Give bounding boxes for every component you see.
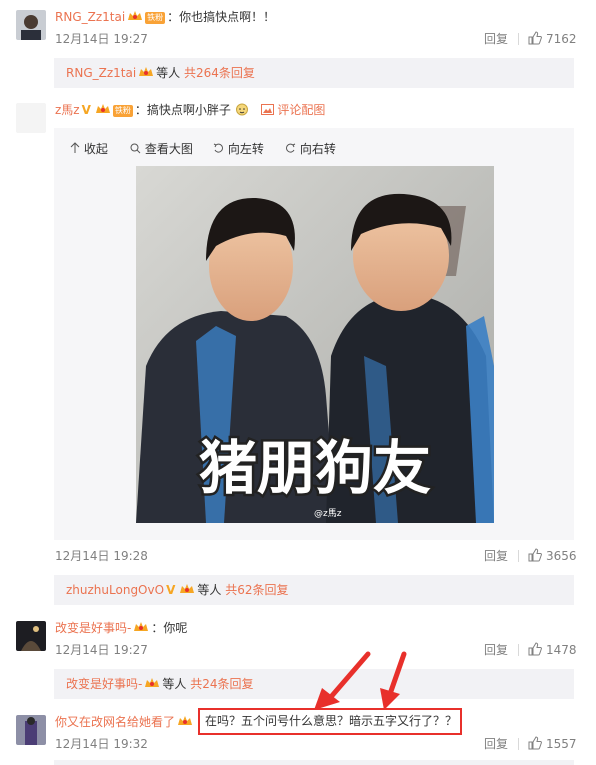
comment-text: z馬z V 铁粉 ：搞快点啊小胖子 评论配图 <box>55 102 325 118</box>
sub-reply-count-link[interactable]: 共24条回复 <box>190 677 253 691</box>
avatar[interactable] <box>16 103 46 133</box>
comment-body: ：你也搞快点啊！！ <box>167 10 276 24</box>
view-large-button[interactable]: 查看大图 <box>130 141 193 157</box>
comment-body: ：搞快点啊小胖子 <box>134 103 231 117</box>
vip-crown-icon <box>139 67 154 76</box>
sub-reply-username[interactable]: zhuzhuLongOvO <box>66 583 164 597</box>
vip-crown-icon <box>95 104 110 113</box>
image-caption: 猪朋狗友 <box>199 434 431 502</box>
like-count: 1557 <box>546 737 577 751</box>
collapse-button[interactable]: 收起 <box>70 141 108 157</box>
comment-body: ：你呢 <box>151 621 188 635</box>
annotation-arrows <box>314 651 407 710</box>
comment-username[interactable]: RNG_Zz1tai <box>55 10 125 24</box>
sub-reply-others: 等人 <box>156 66 181 80</box>
like-count: 7162 <box>546 32 577 46</box>
sub-replies-line: RNG_Zz1tai 等人 共264条回复 <box>66 65 255 81</box>
rotate-left-label: 向左转 <box>227 142 264 156</box>
avatar[interactable] <box>16 621 46 651</box>
sub-reply-username[interactable]: 改变是好事吗- <box>66 677 142 691</box>
vip-crown-icon <box>128 11 143 20</box>
thumbs-up-icon <box>528 642 542 656</box>
sub-reply-others: 等人 <box>197 583 222 597</box>
like-button[interactable]: 1478 <box>528 642 577 658</box>
verified-v-icon: V <box>81 103 91 117</box>
comment-time: 12月14日 19:32 <box>55 737 148 751</box>
sub-reply-username[interactable]: RNG_Zz1tai <box>66 66 136 80</box>
comment-image-link[interactable]: 评论配图 <box>277 103 325 117</box>
sub-reply-others: 等人 <box>162 677 187 691</box>
sub-replies-box: RNG_Zz1tai 等人 共264条回复 <box>54 58 574 88</box>
verified-v-icon: V <box>166 583 176 597</box>
collapse-label: 收起 <box>83 142 108 156</box>
reply-button[interactable]: 回复 <box>484 642 508 658</box>
arrow-up-icon <box>70 142 80 153</box>
comment-text: 改变是好事吗- ：你呢 <box>55 620 187 636</box>
vip-crown-icon <box>178 716 193 725</box>
comment-username[interactable]: z馬z <box>55 103 80 117</box>
comment-time: 12月14日 19:27 <box>55 32 148 46</box>
sub-reply-count-link[interactable]: 共62条回复 <box>225 583 288 597</box>
sub-replies-line: zhuzhuLongOvO V 等人 共62条回复 <box>66 582 288 598</box>
divider <box>518 644 519 656</box>
image-icon <box>260 104 274 115</box>
highlighted-comment-text: 在吗？五个问号什么意思？暗示五字又行了？？ <box>205 714 458 728</box>
rotate-left-icon <box>213 143 223 153</box>
divider <box>518 550 519 562</box>
reply-button[interactable]: 回复 <box>484 736 508 752</box>
sub-reply-count-link[interactable]: 共264条回复 <box>184 66 255 80</box>
sub-replies-line: 改变是好事吗- 等人 共24条回复 <box>66 676 253 692</box>
comment-username[interactable]: 你又在改网名给她看了 <box>55 715 175 729</box>
rotate-left-button[interactable]: 向左转 <box>213 141 264 157</box>
emoji-icon <box>235 103 248 116</box>
comment-time: 12月14日 19:28 <box>55 549 148 563</box>
view-large-label: 查看大图 <box>144 142 193 156</box>
vip-crown-icon <box>145 678 160 687</box>
image-watermark: @z馬z <box>314 508 342 519</box>
vip-crown-icon <box>134 622 149 631</box>
like-count: 1478 <box>546 643 577 657</box>
divider <box>518 33 519 45</box>
sub-replies-box-partial <box>54 760 574 765</box>
vip-crown-icon <box>180 584 195 593</box>
fan-badge: 铁粉 <box>112 105 133 117</box>
thumbs-up-icon <box>528 736 542 750</box>
thumbs-up-icon <box>528 31 542 45</box>
like-count: 3656 <box>546 549 577 563</box>
reply-button[interactable]: 回复 <box>484 548 508 564</box>
rotate-right-icon <box>286 143 296 153</box>
arrow-right-annotation <box>387 651 407 697</box>
search-icon <box>130 143 141 154</box>
thumbs-up-icon <box>528 548 542 562</box>
sub-replies-box: zhuzhuLongOvO V 等人 共62条回复 <box>54 575 574 605</box>
reply-button[interactable]: 回复 <box>484 31 508 47</box>
divider <box>518 738 519 750</box>
fan-badge: 铁粉 <box>145 12 166 24</box>
comment-time: 12月14日 19:27 <box>55 643 148 657</box>
comment-image[interactable]: 猪朋狗友 @z馬z <box>136 166 494 523</box>
comment-username[interactable]: 改变是好事吗- <box>55 621 131 635</box>
like-button[interactable]: 7162 <box>528 31 577 47</box>
rotate-right-label: 向右转 <box>299 142 336 156</box>
rotate-right-button[interactable]: 向右转 <box>285 141 336 157</box>
comment-text: RNG_Zz1tai 铁粉 ：你也搞快点啊！！ <box>55 9 275 25</box>
comment-text: 你又在改网名给她看了 <box>55 714 195 730</box>
like-button[interactable]: 3656 <box>528 548 577 564</box>
arrow-left-annotation <box>327 651 371 701</box>
avatar[interactable] <box>16 715 46 745</box>
avatar[interactable] <box>16 10 46 40</box>
like-button[interactable]: 1557 <box>528 736 577 752</box>
